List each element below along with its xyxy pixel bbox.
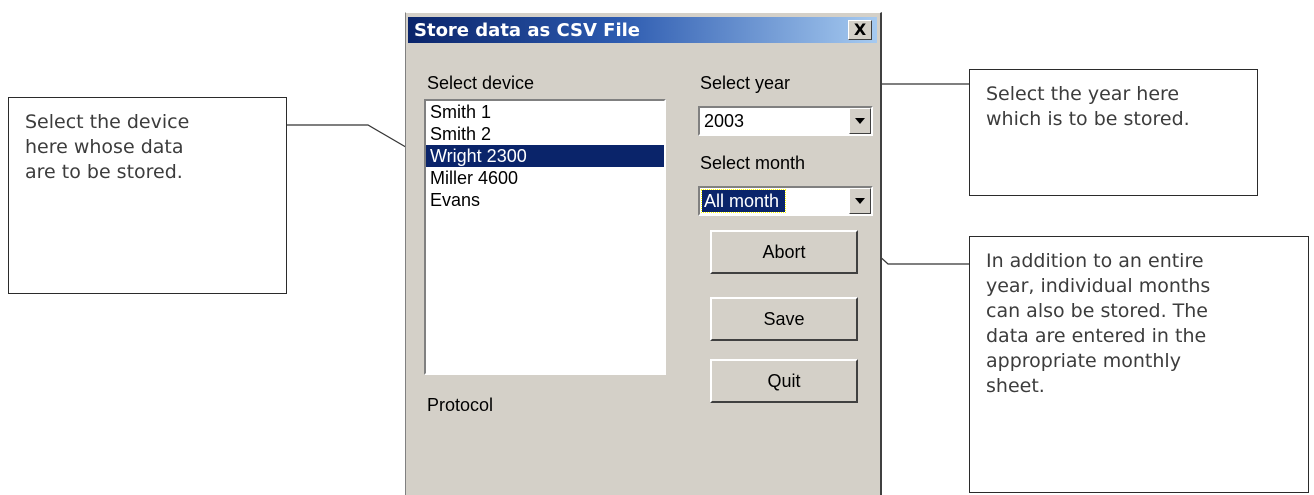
dialog-title: Store data as CSV File — [414, 20, 641, 41]
month-dropdown[interactable]: All month — [698, 186, 873, 216]
protocol-label: Protocol — [427, 395, 494, 415]
chevron-down-icon[interactable] — [849, 188, 871, 214]
device-list-item[interactable]: Miller 4600 — [426, 167, 664, 189]
select-year-label: Select year — [700, 73, 791, 93]
callout-line: can also be stored. The — [986, 300, 1208, 322]
device-listbox[interactable]: Smith 1 Smith 2 Wright 2300 Miller 4600 … — [424, 99, 666, 375]
select-month-label: Select month — [700, 153, 806, 173]
abort-button[interactable]: Abort — [710, 230, 858, 274]
device-list-item[interactable]: Evans — [426, 189, 664, 211]
callout-line: appropriate monthly — [986, 350, 1181, 372]
year-dropdown-value: 2003 — [704, 111, 745, 131]
callout-line: year, individual months — [986, 275, 1211, 297]
store-csv-dialog: Store data as CSV File X Select device S… — [405, 12, 882, 495]
month-dropdown-value: All month — [700, 189, 787, 213]
chevron-down-icon[interactable] — [849, 108, 871, 134]
callout-line: here whose data — [25, 136, 184, 158]
device-list-item-selected[interactable]: Wright 2300 — [426, 145, 664, 167]
callout-line: In addition to an entire — [986, 250, 1204, 272]
save-button[interactable]: Save — [710, 297, 858, 341]
callout-line: data are entered in the — [986, 325, 1207, 347]
callout-select-month: In addition to an entire year, individua… — [969, 236, 1309, 493]
select-device-label: Select device — [427, 73, 535, 93]
year-dropdown[interactable]: 2003 — [698, 106, 873, 136]
callout-line: Select the device — [25, 111, 190, 133]
callout-line: which is to be stored. — [986, 108, 1190, 130]
device-list-item[interactable]: Smith 1 — [426, 101, 664, 123]
callout-line: sheet. — [986, 375, 1045, 397]
close-button[interactable]: X — [848, 20, 872, 40]
dialog-titlebar[interactable]: Store data as CSV File X — [408, 17, 877, 43]
quit-button[interactable]: Quit — [710, 359, 858, 403]
callout-select-device: Select the device here whose data are to… — [8, 97, 287, 294]
callout-line: are to be stored. — [25, 161, 183, 183]
callout-line: Select the year here — [986, 83, 1180, 105]
device-list-item[interactable]: Smith 2 — [426, 123, 664, 145]
callout-select-year: Select the year here which is to be stor… — [969, 69, 1258, 196]
